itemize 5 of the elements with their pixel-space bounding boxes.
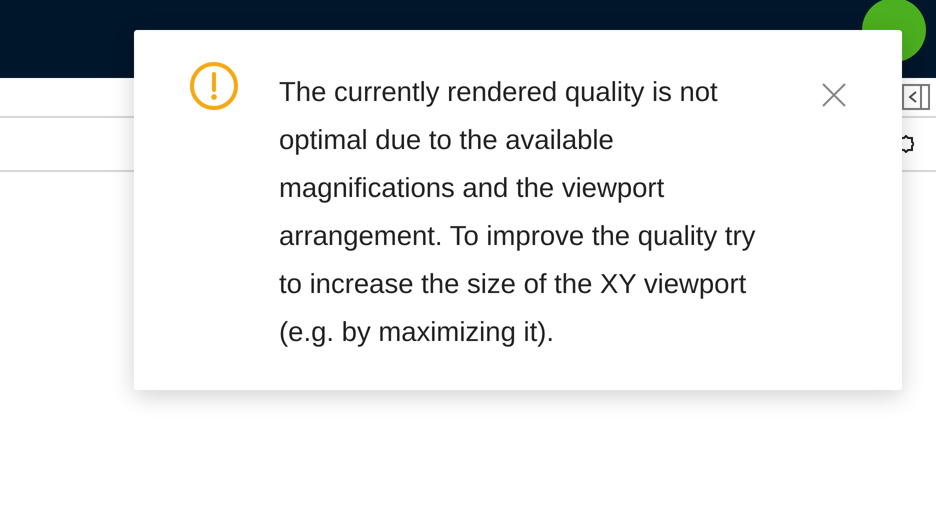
close-button[interactable]	[821, 82, 847, 108]
collapse-button[interactable]	[902, 84, 930, 110]
close-icon	[821, 82, 847, 108]
warning-message: The currently rendered quality is not optimal due to the available magnifications and the viewport arrangement. To improve the quality try to increase the size of the XY viewport (e.g. by maximizing it).	[279, 75, 756, 349]
warning-icon	[190, 62, 238, 110]
